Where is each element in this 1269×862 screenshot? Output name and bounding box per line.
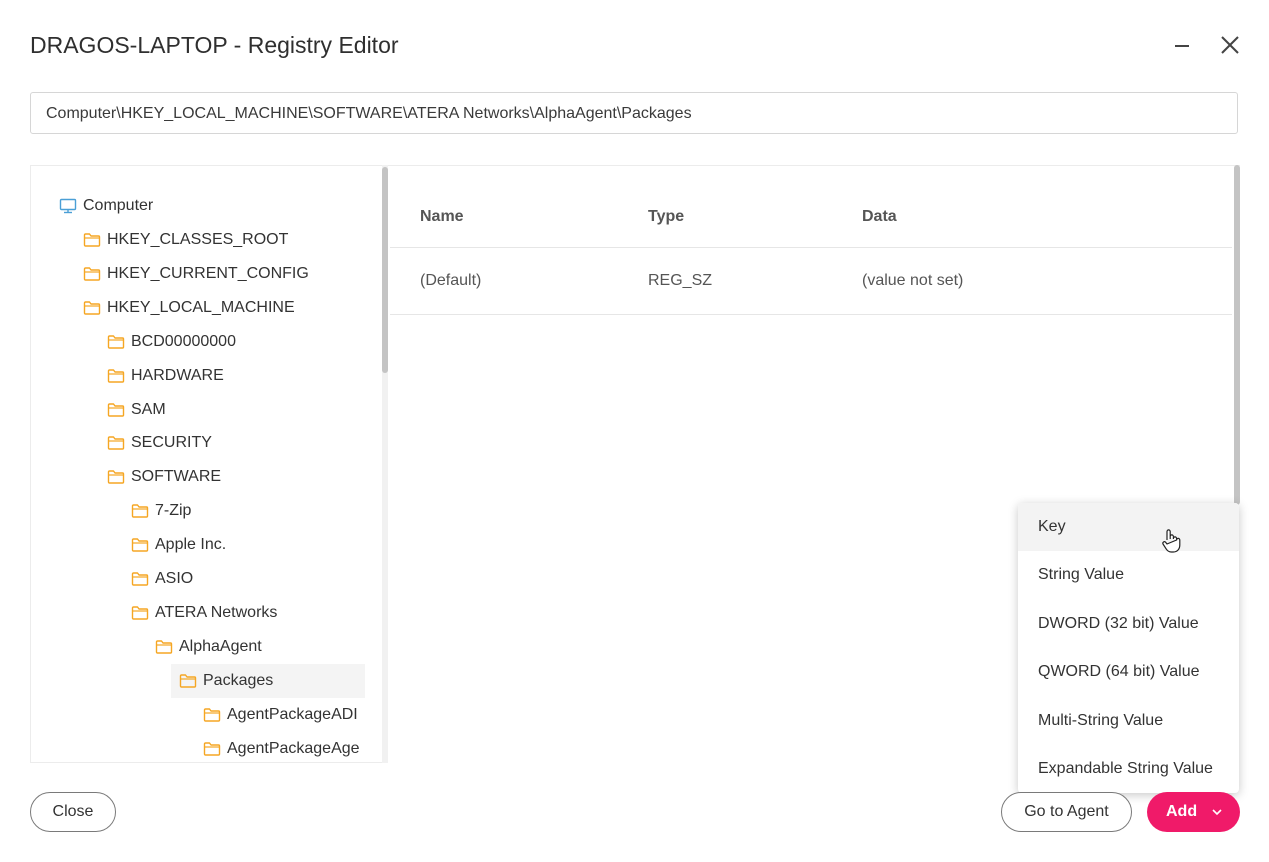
folder-icon — [107, 369, 125, 383]
folder-icon — [155, 640, 173, 654]
close-button[interactable]: Close — [30, 792, 116, 832]
tree-item-label: HKEY_CLASSES_ROOT — [107, 231, 289, 248]
tree-item-label: HKEY_LOCAL_MACHINE — [107, 299, 295, 316]
cell-data[interactable]: (value not set) — [862, 272, 963, 290]
close-window-button[interactable] — [1215, 30, 1245, 60]
menu-item-qword-value[interactable]: QWORD (64 bit) Value — [1018, 648, 1239, 696]
folder-icon — [83, 301, 101, 315]
tree-item-label: SECURITY — [131, 434, 212, 451]
tree-item-label: ATERA Networks — [155, 604, 278, 621]
tree-item[interactable]: Apple Inc. — [123, 528, 365, 562]
folder-icon — [131, 504, 149, 518]
folder-icon — [203, 708, 221, 722]
tree-item-label: Computer — [83, 197, 154, 214]
column-header-data[interactable]: Data — [862, 208, 897, 226]
folder-icon — [107, 335, 125, 349]
folder-icon — [179, 674, 197, 688]
tree-item[interactable]: AgentPackageADI — [195, 698, 365, 732]
folder-icon — [107, 470, 125, 484]
menu-item-multi-string-value[interactable]: Multi-String Value — [1018, 697, 1239, 745]
tree-item[interactable]: SECURITY — [99, 426, 365, 460]
folder-icon — [203, 742, 221, 756]
tree-item-label: HKEY_CURRENT_CONFIG — [107, 265, 309, 282]
tree-item[interactable]: ATERA Networks — [123, 596, 365, 630]
menu-item-expandable-string-value[interactable]: Expandable String Value — [1018, 745, 1239, 793]
tree-item-label: 7-Zip — [155, 502, 192, 519]
add-menu: Key String Value DWORD (32 bit) Value QW… — [1018, 503, 1239, 793]
tree-item-label: SOFTWARE — [131, 468, 222, 485]
folder-icon — [107, 403, 125, 417]
folder-icon — [131, 572, 149, 586]
chevron-down-icon — [1212, 809, 1222, 816]
tree-item[interactable]: 7-Zip — [123, 494, 365, 528]
folder-icon — [131, 606, 149, 620]
tree-item-computer[interactable]: Computer — [51, 189, 361, 223]
folder-icon — [107, 436, 125, 450]
tree-item-label: HARDWARE — [131, 367, 224, 384]
column-header-name[interactable]: Name — [420, 208, 464, 226]
computer-icon — [59, 198, 77, 214]
tree-item[interactable]: ASIO — [123, 562, 365, 596]
tree-item[interactable]: SOFTWARE — [99, 460, 365, 494]
tree-item-label: Packages — [203, 672, 274, 689]
menu-item-string-value[interactable]: String Value — [1018, 551, 1239, 599]
tree-item-label: Apple Inc. — [155, 536, 227, 553]
folder-icon — [131, 538, 149, 552]
folder-icon — [83, 233, 101, 247]
menu-item-key[interactable]: Key — [1018, 503, 1239, 551]
cell-name[interactable]: (Default) — [420, 272, 481, 290]
close-icon — [1221, 36, 1239, 54]
tree-item[interactable]: HARDWARE — [99, 359, 365, 393]
tree-item-label: ASIO — [155, 570, 194, 587]
tree-item[interactable]: SAM — [99, 393, 365, 427]
tree-item[interactable]: HKEY_CURRENT_CONFIG — [75, 257, 365, 291]
tree-item[interactable]: BCD00000000 — [99, 325, 365, 359]
minimize-button[interactable] — [1167, 30, 1197, 60]
header-divider — [390, 247, 1232, 248]
tree-item[interactable]: AlphaAgent — [147, 630, 365, 664]
tree-item-label: SAM — [131, 401, 166, 418]
tree-item[interactable]: Packages — [171, 664, 365, 698]
go-to-agent-button[interactable]: Go to Agent — [1001, 792, 1132, 832]
hand-pointer-icon — [1162, 529, 1181, 553]
tree-item[interactable]: HKEY_LOCAL_MACHINE — [75, 291, 365, 325]
column-header-type[interactable]: Type — [648, 208, 684, 226]
cell-type[interactable]: REG_SZ — [648, 272, 712, 290]
minimize-icon — [1175, 45, 1189, 47]
table-scrollbar-thumb[interactable] — [1234, 165, 1240, 505]
folder-icon — [83, 267, 101, 281]
tree-item[interactable]: HKEY_CLASSES_ROOT — [75, 223, 365, 257]
tree-item-label: AgentPackageAge — [227, 740, 360, 757]
registry-path-input[interactable]: Computer\HKEY_LOCAL_MACHINE\SOFTWARE\ATE… — [30, 92, 1238, 134]
window-title: DRAGOS-LAPTOP - Registry Editor — [30, 32, 399, 58]
add-button[interactable]: Add — [1147, 792, 1240, 832]
tree-item-label: AlphaAgent — [179, 638, 262, 655]
row-divider — [390, 314, 1232, 315]
menu-item-dword-value[interactable]: DWORD (32 bit) Value — [1018, 600, 1239, 648]
add-button-label: Add — [1166, 803, 1198, 820]
tree-item-label: AgentPackageADI — [227, 706, 358, 723]
tree-item[interactable]: AgentPackageAge — [195, 732, 365, 766]
tree-item-label: BCD00000000 — [131, 333, 236, 350]
